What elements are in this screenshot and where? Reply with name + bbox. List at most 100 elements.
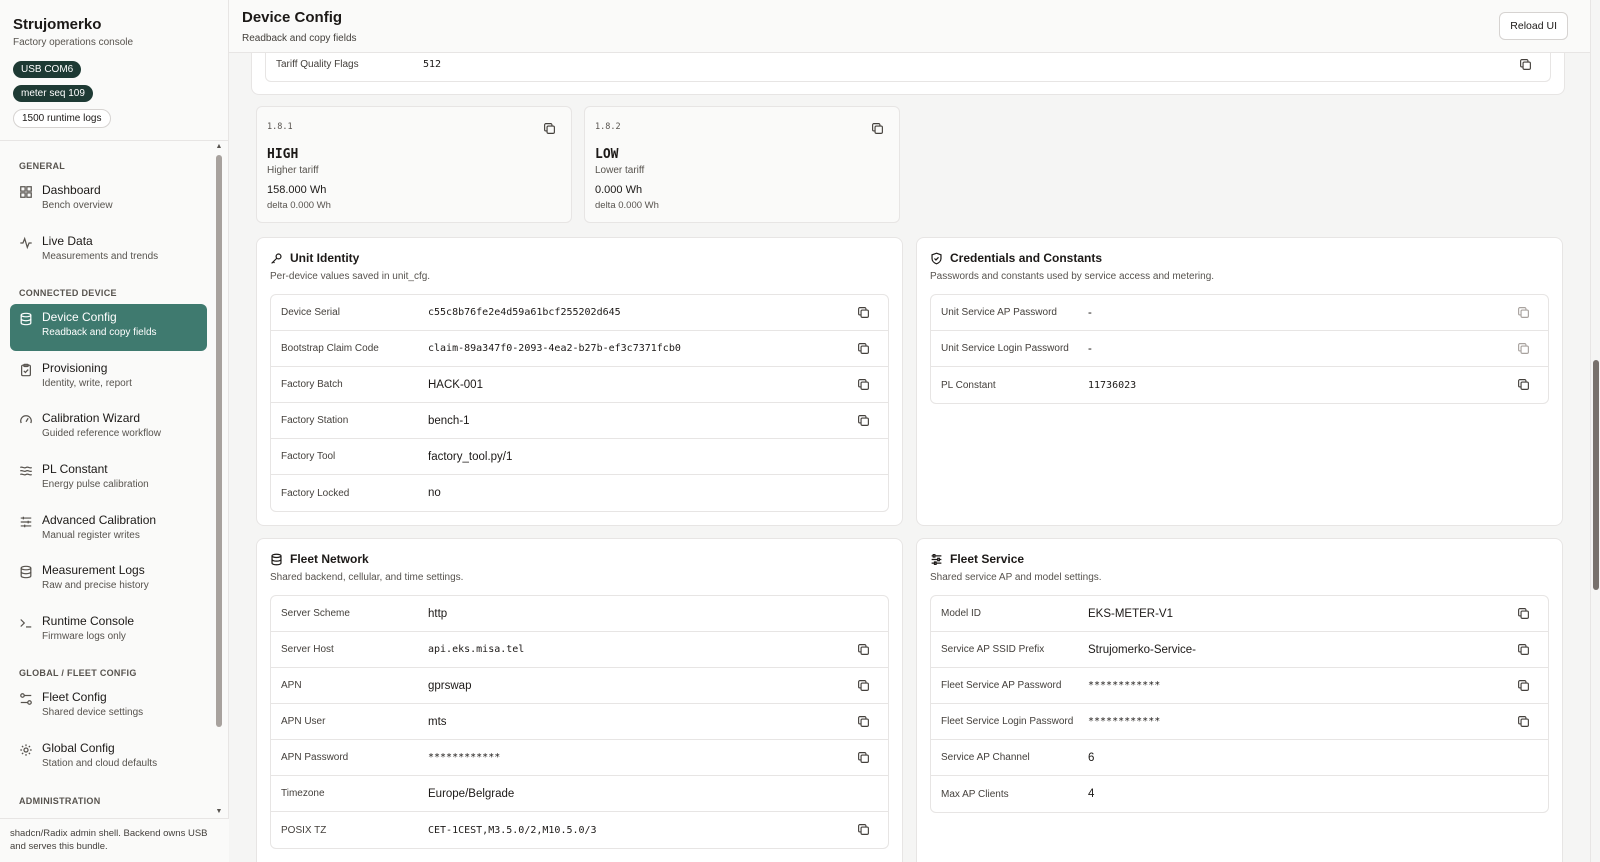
brand-block: Strujomerko Factory operations console U… bbox=[0, 0, 228, 141]
sidebar-item-calibration-wizard[interactable]: Calibration Wizard Guided reference workf… bbox=[10, 405, 207, 452]
row-label: APN User bbox=[281, 716, 326, 727]
sidebar-item-dashboard[interactable]: Dashboard Bench overview bbox=[10, 177, 207, 224]
sidebar-item-device-config[interactable]: Device Config Readback and copy fields bbox=[10, 304, 207, 352]
nav-section-label: CONNECTED DEVICE bbox=[19, 288, 117, 299]
copy-icon[interactable] bbox=[871, 122, 884, 135]
nav-section-label: GENERAL bbox=[19, 161, 66, 171]
sidebar-nav[interactable]: GENERAL Dashboard Bench overview Live Data M… bbox=[0, 141, 229, 818]
credentials-rows: Unit Service AP Password - Unit Service Lo… bbox=[930, 294, 1549, 404]
fleet-network-rows: Server Scheme http Server Host api.eks.misa… bbox=[270, 595, 889, 849]
copy-icon[interactable] bbox=[1517, 643, 1530, 656]
panel-description: Passwords and constants used by service … bbox=[930, 271, 1215, 282]
page-scrollbar[interactable] bbox=[1590, 0, 1600, 862]
sidebar-item-global-config[interactable]: Global Config Station and cloud defaults bbox=[10, 735, 207, 782]
row-value: ************ bbox=[1088, 680, 1161, 691]
sidebar-item-runtime-console[interactable]: Runtime Console Firmware logs only bbox=[10, 608, 207, 655]
activity-icon bbox=[19, 236, 33, 250]
sidebar-item-label: Provisioning bbox=[42, 360, 108, 375]
table-row: POSIX TZ CET-1CEST,M3.5.0/2,M10.5.0/3 bbox=[271, 812, 888, 848]
reload-ui-button[interactable]: Reload UI bbox=[1499, 12, 1568, 40]
sidebar-item-provisioning[interactable]: Provisioning Identity, write, report bbox=[10, 355, 207, 402]
sidebar-item-text: Fleet Config Shared device settings bbox=[42, 690, 143, 718]
sidebar-item-label: Dashboard bbox=[42, 183, 101, 197]
row-label: Factory Batch bbox=[281, 379, 343, 390]
scroll-down-arrow-icon[interactable]: ▼ bbox=[215, 808, 223, 816]
table-row: Server Scheme http bbox=[271, 596, 888, 632]
panel-header: Credentials and Constants bbox=[930, 251, 1549, 265]
table-row: APN User mts bbox=[271, 704, 888, 740]
sidebar-item-fleet-config[interactable]: Fleet Config Shared device settings bbox=[10, 684, 207, 731]
row-label: Device Serial bbox=[281, 307, 340, 318]
copy-icon[interactable] bbox=[857, 306, 870, 319]
row-label: APN bbox=[281, 680, 302, 691]
sidebar-item-advanced-calibration[interactable]: Advanced Calibration Manual register writ… bbox=[10, 507, 207, 554]
copy-icon[interactable] bbox=[857, 823, 870, 836]
copy-icon[interactable] bbox=[1517, 715, 1530, 728]
database-icon bbox=[19, 312, 33, 326]
sidebar-item-live-data[interactable]: Live Data Measurements and trends bbox=[10, 228, 207, 275]
sidebar-footer-note: shadcn/Radix admin shell. Backend owns U… bbox=[0, 818, 229, 862]
tariff-quality-rows: Tariff Quality Flags 512 bbox=[265, 53, 1551, 82]
copy-icon[interactable] bbox=[857, 342, 870, 355]
sidebar-scroll-thumb[interactable] bbox=[216, 155, 222, 727]
sidebar-item-text: Measurement Logs Raw and precise history bbox=[42, 563, 149, 591]
sidebar-scrollbar[interactable]: ▲ ▼ bbox=[215, 141, 223, 818]
copy-icon[interactable] bbox=[857, 751, 870, 764]
copy-icon[interactable] bbox=[1517, 607, 1530, 620]
panel-description: Shared backend, cellular, and time setti… bbox=[270, 572, 464, 583]
copy-icon[interactable] bbox=[1517, 378, 1530, 391]
clipboard-icon bbox=[19, 363, 33, 377]
sidebar-item-pl-constant[interactable]: PL Constant Energy pulse calibration bbox=[10, 456, 207, 503]
scroll-up-arrow-icon[interactable]: ▲ bbox=[215, 143, 223, 151]
table-row: Fleet Service AP Password ************ bbox=[931, 668, 1548, 704]
copy-icon[interactable] bbox=[1517, 306, 1530, 319]
sidebar-item-text: Runtime Console Firmware logs only bbox=[42, 614, 134, 642]
sidebar-item-measurement-logs[interactable]: Measurement Logs Raw and precise history bbox=[10, 557, 207, 604]
copy-icon[interactable] bbox=[1517, 679, 1530, 692]
gauge-icon bbox=[19, 413, 33, 427]
row-label: Tariff Quality Flags bbox=[276, 59, 359, 70]
sidebar-item-sublabel: Readback and copy fields bbox=[42, 327, 157, 339]
row-value: claim-89a347f0-2093-4ea2-b27b-ef3c7371fc… bbox=[428, 343, 681, 354]
row-value: 4 bbox=[1088, 788, 1095, 800]
page-scroll-thumb[interactable] bbox=[1593, 360, 1599, 590]
table-row: APN gprswap bbox=[271, 668, 888, 704]
sidebar-item-sublabel: Firmware logs only bbox=[42, 630, 126, 642]
row-label: PL Constant bbox=[941, 379, 996, 391]
panel-description: Per-device values saved in unit_cfg. bbox=[270, 271, 431, 282]
sidebar-item-text: Provisioning Identity, write, report bbox=[42, 361, 132, 389]
meter-seq-badge: meter seq 109 bbox=[13, 85, 93, 102]
row-value: 6 bbox=[1088, 751, 1095, 764]
copy-icon[interactable] bbox=[857, 643, 870, 656]
copy-icon[interactable] bbox=[1519, 58, 1532, 71]
app-title: Strujomerko bbox=[13, 16, 102, 33]
copy-icon[interactable] bbox=[543, 122, 556, 135]
copy-icon[interactable] bbox=[857, 378, 870, 391]
copy-icon[interactable] bbox=[1517, 342, 1530, 355]
sidebar-item-label: Runtime Console bbox=[42, 613, 135, 628]
table-row: Unit Service AP Password - bbox=[931, 295, 1548, 331]
row-label: Factory Station bbox=[281, 415, 349, 426]
row-value: c55c8b76fe2e4d59a61bcf255202d645 bbox=[428, 307, 621, 318]
fleet-network-panel: Fleet Network Shared backend, cellular, … bbox=[256, 538, 903, 862]
tariff-subtitle: Lower tariff bbox=[595, 165, 645, 176]
copy-icon[interactable] bbox=[857, 414, 870, 427]
sidebar-item-text: PL Constant Energy pulse calibration bbox=[42, 462, 149, 490]
table-row: Timezone Europe/Belgrade bbox=[271, 776, 888, 812]
row-value: bench-1 bbox=[428, 414, 470, 427]
sidebar-item-sublabel: Bench overview bbox=[42, 200, 113, 211]
row-label: Factory Tool bbox=[281, 451, 336, 462]
row-value: gprswap bbox=[428, 679, 472, 692]
table-row: Fleet Service Login Password ************ bbox=[931, 704, 1548, 740]
table-row: APN Password ************ bbox=[271, 740, 888, 776]
page-header: Device Config Readback and copy fields R… bbox=[229, 0, 1600, 53]
nav-section-label: GLOBAL / FLEET CONFIG bbox=[19, 668, 137, 679]
runtime-logs-badge: 1500 runtime logs bbox=[13, 109, 111, 128]
tariff-code: 1.8.1 bbox=[267, 122, 293, 132]
tariff-subtitle: Higher tariff bbox=[267, 165, 319, 176]
sidebar-item-sublabel: Energy pulse calibration bbox=[42, 478, 149, 490]
copy-icon[interactable] bbox=[857, 715, 870, 728]
row-value: ************ bbox=[428, 752, 501, 763]
nav-section-label: ADMINISTRATION bbox=[19, 795, 101, 806]
copy-icon[interactable] bbox=[857, 679, 870, 692]
